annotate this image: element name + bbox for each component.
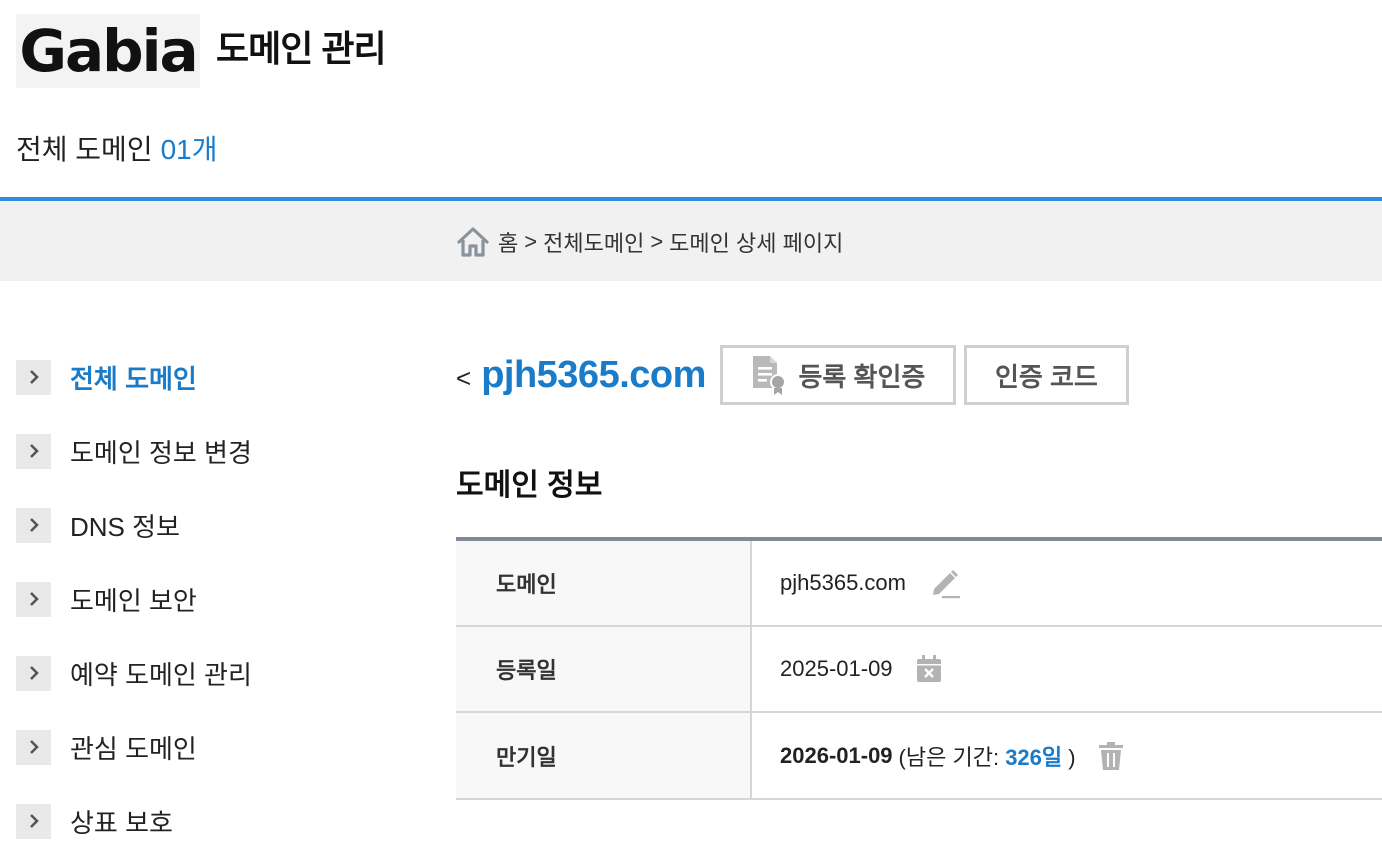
row-value-expires: 2026-01-09 (남은 기간: 326일 ) (752, 713, 1382, 798)
gabia-logo[interactable]: Gabia (16, 14, 200, 88)
sidebar-item-watchlist[interactable]: 관심 도메인 (16, 710, 396, 784)
row-label-expires: 만기일 (456, 713, 752, 798)
domain-value: pjh5365.com (780, 570, 906, 595)
app-title: 도메인 관리 (216, 28, 387, 69)
domain-title: pjh5365.com (481, 353, 706, 396)
remaining-suffix: ) (1068, 744, 1076, 770)
home-icon[interactable] (456, 225, 490, 259)
logo-text: Gabia (19, 17, 198, 85)
sidebar-item-dns[interactable]: DNS 정보 (16, 488, 396, 562)
total-domains-count: 01개 (160, 134, 218, 165)
table-row: 도메인 pjh5365.com (456, 541, 1382, 627)
sidebar-item-change-info[interactable]: 도메인 정보 변경 (16, 414, 396, 488)
sidebar-item-security[interactable]: 도메인 보안 (16, 562, 396, 636)
auth-code-button[interactable]: 인증 코드 (963, 345, 1129, 405)
calendar-icon[interactable] (915, 654, 943, 684)
total-domains-label: 전체 도메인 (16, 134, 153, 165)
row-value-domain: pjh5365.com (752, 541, 1382, 625)
sidebar-item-label: 도메인 정보 변경 (70, 437, 252, 468)
expiry-date: 2026-01-09 (780, 742, 893, 768)
sidebar-item-label: 예약 도메인 관리 (70, 659, 252, 690)
remaining-period: (남은 기간: 326일 ) (899, 740, 1076, 772)
breadcrumb-all-domains[interactable]: 전체도메인 (543, 226, 644, 258)
sidebar-item-all-domains[interactable]: 전체 도메인 (16, 340, 396, 414)
sidebar-nav: 전체 도메인 도메인 정보 변경 DNS 정보 도메인 보안 예약 도메인 관리… (16, 340, 396, 858)
breadcrumb-bar: 홈 > 전체도메인 > 도메인 상세 페이지 (0, 201, 1382, 281)
breadcrumb-home[interactable]: 홈 (498, 226, 518, 258)
sidebar-item-label: DNS 정보 (70, 511, 180, 542)
chevron-right-icon (16, 803, 51, 839)
domain-count-row: 전체 도메인 01개 (16, 128, 218, 168)
domain-header: < pjh5365.com 등록 확인증 인증 코드 (456, 344, 1137, 406)
breadcrumb-separator: > (650, 229, 664, 254)
certificate-icon (753, 356, 787, 395)
row-value-registered: 2025-01-09 (752, 627, 1382, 711)
chevron-right-icon (16, 433, 51, 469)
table-row: 만기일 2026-01-09 (남은 기간: 326일 ) (456, 713, 1382, 800)
row-label-domain: 도메인 (456, 541, 752, 625)
auth-code-button-label: 인증 코드 (994, 361, 1098, 392)
chevron-right-icon (16, 507, 51, 543)
chevron-right-icon (16, 359, 51, 395)
breadcrumb-separator: > (524, 229, 538, 254)
table-row: 등록일 2025-01-09 (456, 627, 1382, 713)
section-title: 도메인 정보 (456, 469, 603, 502)
sidebar-item-label: 도메인 보안 (70, 585, 197, 616)
remaining-days: 326일 (1005, 744, 1063, 770)
remaining-prefix: (남은 기간: (898, 744, 1000, 770)
registration-certificate-button[interactable]: 등록 확인증 (719, 345, 956, 405)
certificate-button-label: 등록 확인증 (798, 361, 926, 392)
sidebar-item-trademark[interactable]: 상표 보호 (16, 784, 396, 858)
breadcrumb: 홈 > 전체도메인 > 도메인 상세 페이지 (456, 225, 843, 259)
sidebar-item-reserved[interactable]: 예약 도메인 관리 (16, 636, 396, 710)
back-link[interactable]: < (456, 363, 471, 394)
chevron-right-icon (16, 655, 51, 691)
registered-date: 2025-01-09 (780, 656, 893, 681)
sidebar-item-label: 관심 도메인 (70, 733, 197, 764)
sidebar-item-label: 상표 보호 (70, 807, 173, 838)
pencil-icon[interactable] (928, 567, 962, 599)
domain-info-table: 도메인 pjh5365.com 등록일 2025-01-09 만기일 2026-… (456, 537, 1382, 800)
sidebar-item-label: 전체 도메인 (70, 363, 197, 394)
row-label-registered: 등록일 (456, 627, 752, 711)
chevron-right-icon (16, 729, 51, 765)
trash-icon[interactable] (1098, 741, 1124, 771)
breadcrumb-current: 도메인 상세 페이지 (669, 231, 844, 256)
page: Gabia 도메인 관리 전체 도메인 01개 홈 > 전체도메인 > 도메인 상… (0, 0, 1382, 864)
chevron-right-icon (16, 581, 51, 617)
